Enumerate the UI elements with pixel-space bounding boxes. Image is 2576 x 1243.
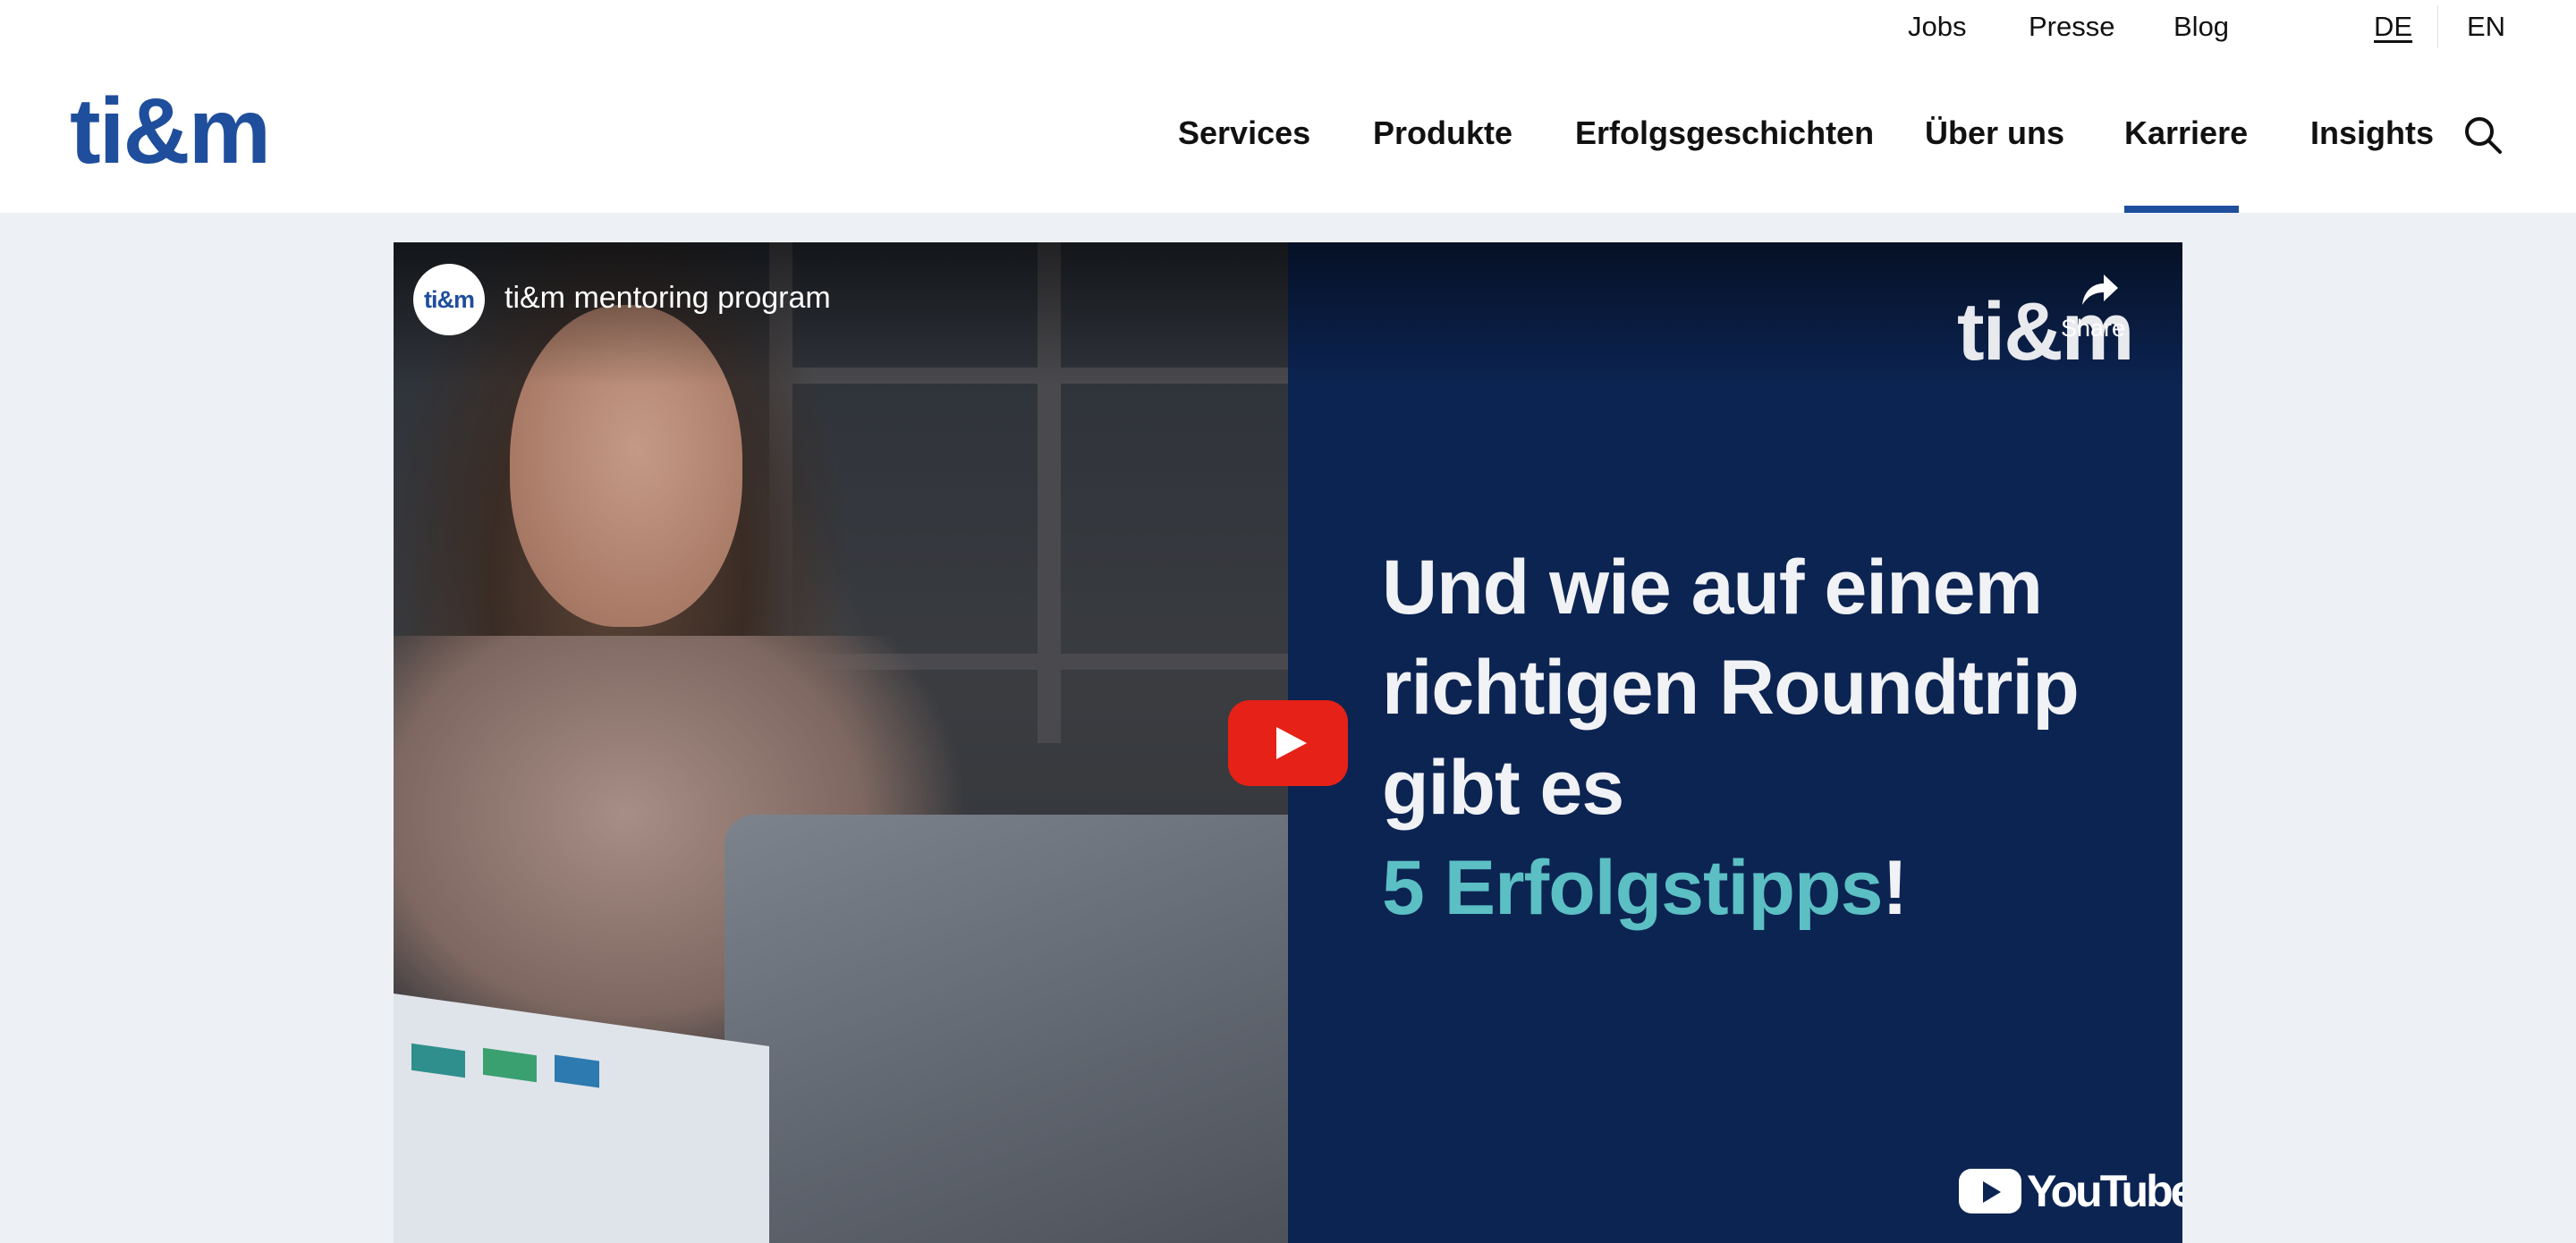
nav-item-insights[interactable]: Insights [2310, 111, 2434, 156]
laptop-image [724, 815, 1288, 1243]
headline-highlight: 5 Erfolgstipps [1382, 845, 1883, 931]
youtube-wordmark: YouTube [2027, 1166, 2182, 1216]
utility-link-presse[interactable]: Presse [2029, 9, 2114, 45]
search-icon [2465, 117, 2502, 154]
language-en[interactable]: EN [2467, 9, 2505, 45]
search-button[interactable] [2462, 114, 2504, 156]
headline-line: 5 Erfolgstipps! [1382, 838, 2151, 938]
channel-avatar[interactable]: ti&m [413, 264, 485, 335]
headline-punctuation: ! [1882, 845, 1908, 931]
headline-line: gibt es [1382, 745, 1624, 831]
nav-item-produkte[interactable]: Produkte [1373, 111, 1513, 156]
language-de[interactable]: DE [2374, 9, 2412, 45]
video-thumbnail-photo [394, 242, 1288, 1243]
utility-link-jobs[interactable]: Jobs [1908, 9, 1966, 45]
video-player[interactable]: Und wie auf einem richtigen Roundtrip gi… [394, 242, 2182, 1243]
share-button[interactable]: Share [2059, 264, 2127, 346]
share-icon [2082, 275, 2118, 305]
headline-line: richtigen Roundtrip [1382, 645, 2080, 731]
share-label: Share [2060, 315, 2126, 342]
youtube-icon [1959, 1169, 2021, 1213]
utility-link-blog[interactable]: Blog [2174, 9, 2229, 45]
nav-item-ueber-uns[interactable]: Über uns [1925, 111, 2064, 156]
nav-item-karriere[interactable]: Karriere [2124, 111, 2248, 156]
utility-nav: Jobs Presse Blog DE EN [0, 0, 2576, 57]
video-title[interactable]: ti&m mentoring program [504, 278, 831, 317]
play-button[interactable] [1228, 700, 1348, 786]
nav-active-indicator [2124, 206, 2239, 213]
main-nav: Services Produkte Erfolgsgeschichten Übe… [0, 111, 2576, 157]
headline-line: Und wie auf einem [1382, 545, 2043, 630]
language-divider [2437, 5, 2438, 48]
video-headline: Und wie auf einem richtigen Roundtrip gi… [1382, 537, 2151, 938]
site-header: Jobs Presse Blog DE EN ti&m Services Pro… [0, 0, 2576, 213]
nav-item-erfolgsgeschichten[interactable]: Erfolgsgeschichten [1575, 111, 1874, 156]
play-icon [1276, 727, 1307, 759]
nav-item-services[interactable]: Services [1178, 111, 1310, 156]
